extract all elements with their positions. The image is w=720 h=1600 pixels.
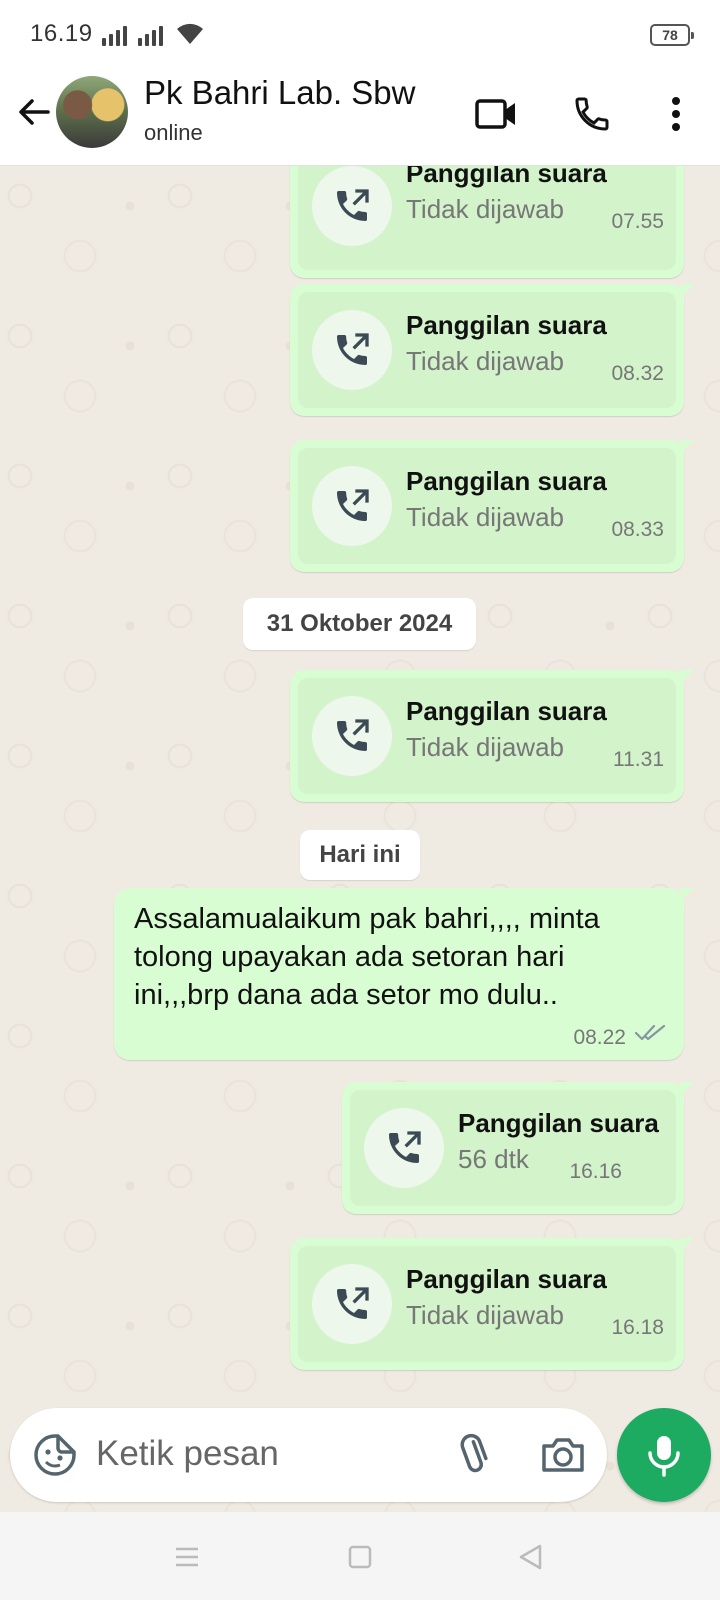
avatar[interactable] <box>56 76 128 148</box>
call-message[interactable]: Panggilan suara Tidak dijawab 08.33 <box>290 440 694 572</box>
call-title: Panggilan suara <box>406 310 607 340</box>
contact-name[interactable]: Pk Bahri Lab. Sbw <box>144 74 415 112</box>
outgoing-call-icon <box>312 696 392 776</box>
sticker-icon[interactable] <box>30 1430 80 1480</box>
message-time: 07.55 <box>611 210 664 233</box>
message-time: 08.22 <box>573 1026 626 1049</box>
message-input[interactable]: Ketik pesan <box>96 1434 279 1474</box>
call-title: Panggilan suara <box>458 1108 659 1138</box>
date-divider: 31 Oktober 2024 <box>243 598 476 650</box>
outgoing-call-icon <box>312 466 392 546</box>
message-time: 08.33 <box>611 518 664 541</box>
call-message[interactable]: Panggilan suara Tidak dijawab 07.55 <box>290 166 684 278</box>
mic-icon[interactable] <box>617 1408 711 1502</box>
incoming-call-icon <box>364 1108 444 1188</box>
system-nav-bar <box>0 1512 720 1600</box>
call-status: Tidak dijawab <box>406 194 565 224</box>
chat-header: Pk Bahri Lab. Sbw online <box>0 70 720 166</box>
call-title: Panggilan suara <box>406 166 607 188</box>
outgoing-call-icon <box>312 310 392 390</box>
message-time: 08.32 <box>611 362 664 385</box>
call-message[interactable]: Panggilan suara Tidak dijawab 08.32 <box>290 284 694 416</box>
camera-icon[interactable] <box>538 1430 588 1480</box>
signal-icon <box>102 24 127 46</box>
call-status: Tidak dijawab <box>406 346 565 376</box>
call-message[interactable]: Panggilan suara 56 dtk 16.16 <box>342 1082 694 1214</box>
menu-nav-icon[interactable] <box>172 1542 202 1572</box>
message-composer: Ketik pesan <box>10 1408 607 1502</box>
video-call-icon[interactable] <box>472 90 520 138</box>
back-arrow-icon[interactable] <box>14 92 54 132</box>
more-vert-icon[interactable] <box>652 90 700 138</box>
outgoing-call-icon <box>312 166 392 246</box>
home-nav-icon[interactable] <box>345 1542 375 1572</box>
message-time: 11.31 <box>613 748 664 771</box>
call-title: Panggilan suara <box>406 696 607 726</box>
call-message[interactable]: Panggilan suara Tidak dijawab 16.18 <box>290 1238 694 1370</box>
battery-icon: 78 <box>650 24 694 46</box>
wifi-icon <box>176 23 204 50</box>
contact-status: online <box>144 120 203 145</box>
call-status: Tidak dijawab <box>406 502 565 532</box>
attach-icon[interactable] <box>450 1430 500 1480</box>
message-time: 16.18 <box>611 1316 664 1339</box>
call-duration: 56 dtk <box>458 1144 529 1174</box>
call-title: Panggilan suara <box>406 466 607 496</box>
call-message[interactable]: Panggilan suara Tidak dijawab 11.31 <box>290 670 694 802</box>
signal-icon <box>138 24 163 46</box>
voice-call-icon[interactable] <box>568 90 616 138</box>
call-status: Tidak dijawab <box>406 732 565 762</box>
call-status: Tidak dijawab <box>406 1300 565 1330</box>
chat-area[interactable]: Panggilan suara Tidak dijawab 07.55 Pang… <box>0 166 720 1512</box>
back-nav-icon[interactable] <box>516 1542 546 1572</box>
date-divider: Hari ini <box>300 830 420 880</box>
status-bar: 16.19 78 <box>0 0 720 70</box>
text-message[interactable]: Assalamualaikum pak bahri,,,, minta tolo… <box>114 888 694 1060</box>
status-time: 16.19 <box>30 20 93 47</box>
double-check-icon <box>634 1023 668 1048</box>
message-time: 16.16 <box>569 1160 622 1183</box>
outgoing-call-icon <box>312 1264 392 1344</box>
message-text: Assalamualaikum pak bahri,,,, minta tolo… <box>134 903 600 1011</box>
call-title: Panggilan suara <box>406 1264 607 1294</box>
